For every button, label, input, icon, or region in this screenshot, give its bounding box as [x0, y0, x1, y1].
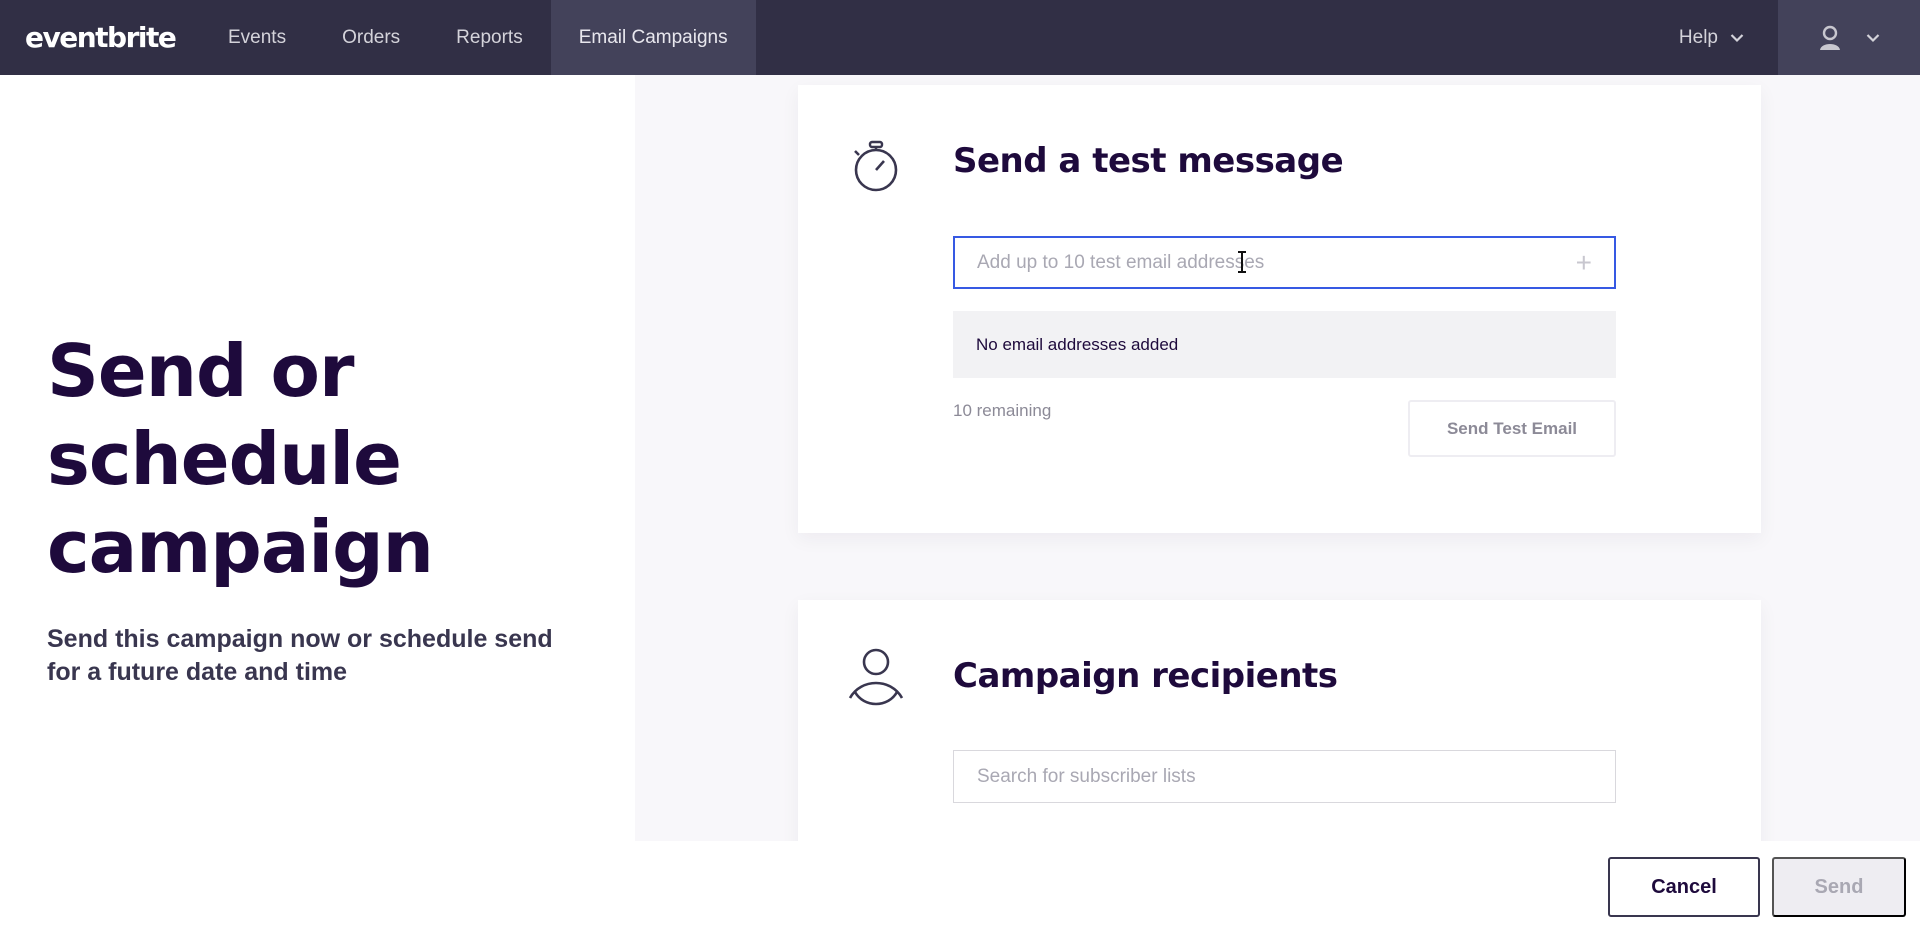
account-menu[interactable]	[1778, 0, 1920, 75]
nav-link-email-campaigns[interactable]: Email Campaigns	[550, 0, 756, 75]
nav-link-orders[interactable]: Orders	[314, 0, 428, 75]
eventbrite-logo[interactable]: eventbrite	[0, 0, 200, 75]
text-cursor-icon	[1238, 251, 1246, 273]
person-icon	[848, 648, 904, 706]
top-navigation: eventbrite Events Orders Reports Email C…	[0, 0, 1920, 75]
send-test-email-button[interactable]: Send Test Email	[1408, 400, 1616, 457]
campaign-recipients-card: Campaign recipients	[798, 600, 1761, 841]
nav-links: Events Orders Reports Email Campaigns	[200, 0, 756, 75]
stopwatch-icon	[854, 140, 898, 192]
content-area[interactable]: Send a test message + No email addresses…	[635, 75, 1920, 841]
help-label: Help	[1678, 26, 1718, 48]
nav-link-events[interactable]: Events	[200, 0, 314, 75]
remaining-count: 10 remaining	[953, 401, 1052, 420]
hero-panel: Send or schedule campaign Send this camp…	[0, 75, 635, 841]
page-subtitle: Send this campaign now or schedule send …	[47, 625, 553, 686]
test-email-field[interactable]: +	[953, 236, 1616, 289]
test-message-card: Send a test message + No email addresses…	[798, 85, 1761, 533]
action-bar: Cancel Send	[0, 841, 1920, 930]
plus-icon[interactable]: +	[1576, 248, 1592, 277]
page-title: Send or schedule campaign	[47, 329, 434, 589]
email-list-empty-state: No email addresses added	[953, 311, 1616, 378]
subscriber-list-search[interactable]	[953, 750, 1616, 803]
campaign-recipients-title: Campaign recipients	[953, 656, 1338, 696]
chevron-down-icon	[1730, 33, 1744, 42]
empty-state-text: No email addresses added	[976, 334, 1179, 354]
nav-link-reports[interactable]: Reports	[428, 0, 551, 75]
subscriber-search-input[interactable]	[977, 765, 1592, 788]
cancel-button[interactable]: Cancel	[1608, 857, 1760, 917]
test-email-input[interactable]	[977, 251, 1576, 274]
user-icon	[1820, 25, 1840, 50]
test-message-title: Send a test message	[953, 141, 1344, 181]
send-button[interactable]: Send	[1772, 857, 1906, 917]
chevron-down-icon	[1866, 33, 1880, 42]
help-menu[interactable]: Help	[1645, 0, 1778, 75]
